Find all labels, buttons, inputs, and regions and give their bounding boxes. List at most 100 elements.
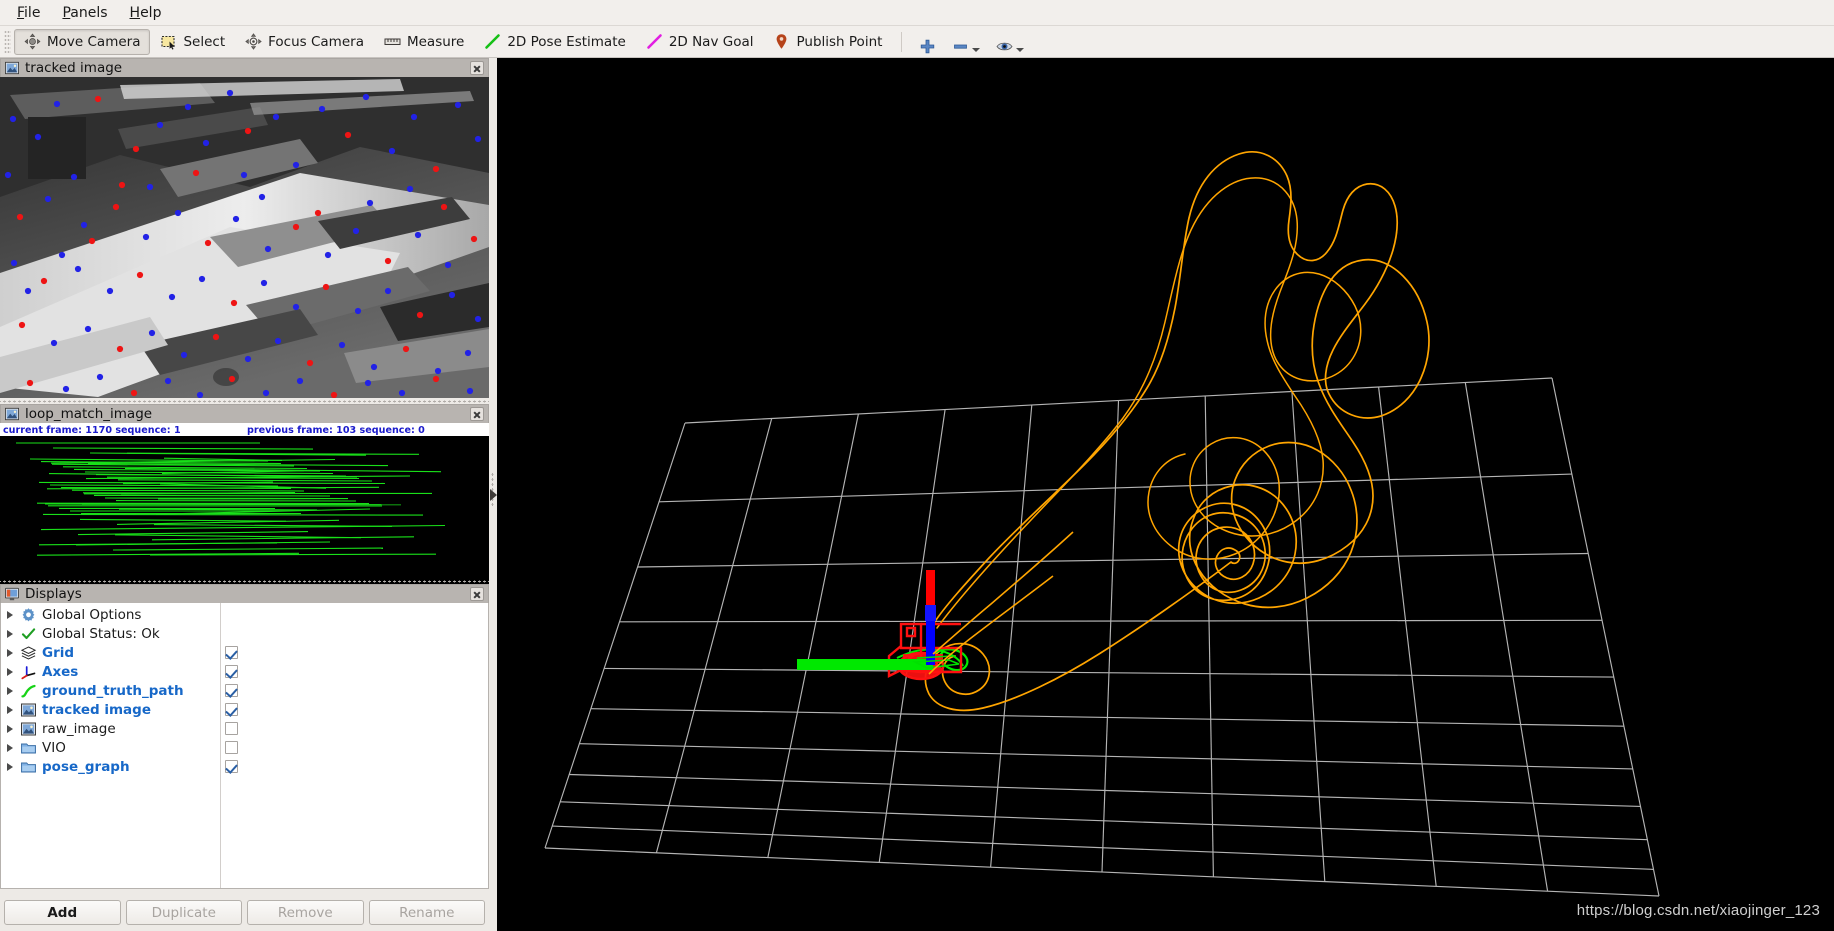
- display-tree-label: VIO: [42, 739, 66, 756]
- tool-2d-nav-goal[interactable]: 2D Nav Goal: [636, 29, 764, 55]
- chevron-down-icon[interactable]: [972, 47, 981, 52]
- display-tree-label: raw_image: [42, 720, 116, 737]
- panel-tracked-image: tracked image: [0, 58, 489, 398]
- display-tree-row[interactable]: VIO: [1, 738, 488, 757]
- loop-match-image-canvas: current frame: 1170 sequence: 1 previous…: [0, 423, 489, 584]
- axis-x-green: [797, 659, 933, 670]
- expand-arrow-icon[interactable]: [1, 762, 19, 771]
- collapse-left-icon: [489, 488, 497, 501]
- left-dock: tracked image loop_match_image current f…: [0, 58, 497, 931]
- expand-arrow-icon[interactable]: [1, 648, 19, 657]
- path-icon: [21, 684, 36, 698]
- tool-select[interactable]: Select: [150, 29, 235, 55]
- axes-icon: [21, 665, 36, 679]
- display-tree-row[interactable]: raw_image: [1, 719, 488, 738]
- expand-arrow-icon[interactable]: [1, 705, 19, 714]
- display-enable-checkbox[interactable]: [225, 760, 238, 773]
- display-tree-row[interactable]: Axes: [1, 662, 488, 681]
- panel-loop-match-title: loop_match_image: [25, 406, 153, 422]
- check-status-icon: [21, 627, 36, 639]
- measure-icon: [384, 38, 401, 45]
- expand-arrow-icon[interactable]: [1, 743, 19, 752]
- chevron-down-icon-2[interactable]: [1016, 47, 1025, 52]
- duplicate-button[interactable]: Duplicate: [125, 900, 242, 925]
- loop-match-current-frame-text: current frame: 1170 sequence: 1: [3, 425, 181, 436]
- tool-move-camera-label: Move Camera: [47, 33, 141, 50]
- menu-file-rest: ile: [24, 4, 41, 21]
- tool-focus-camera[interactable]: Focus Camera: [235, 29, 374, 55]
- expand-arrow-icon[interactable]: [1, 724, 19, 733]
- toolbar-drag-grip[interactable]: [4, 29, 11, 54]
- tool-2d-nav-goal-label: 2D Nav Goal: [668, 33, 754, 50]
- displays-panel-icon: [5, 587, 19, 601]
- expand-arrow-icon[interactable]: [1, 610, 19, 619]
- move-camera-icon: [24, 33, 41, 50]
- menu-bar: File Panels Help: [0, 0, 1834, 26]
- remove-button[interactable]: Remove: [247, 900, 364, 925]
- display-tree-label: Grid: [42, 644, 75, 661]
- display-enable-checkbox[interactable]: [225, 684, 238, 697]
- render-view-3d[interactable]: https://blog.csdn.net/xiaojinger_123: [497, 58, 1834, 931]
- tool-add-panel[interactable]: [911, 29, 944, 55]
- display-tree-row[interactable]: Global Status: Ok: [1, 624, 488, 643]
- display-enable-checkbox[interactable]: [225, 741, 238, 754]
- menu-file-mnemonic: F: [17, 4, 25, 21]
- displays-tree[interactable]: Global Options Global Status: Ok Grid Axes g…: [0, 603, 489, 889]
- tool-measure-label: Measure: [406, 33, 465, 50]
- folder-icon: [21, 743, 36, 753]
- eye-icon: [996, 42, 1013, 50]
- tool-remove-panel[interactable]: [944, 29, 988, 55]
- menu-file[interactable]: File: [6, 2, 51, 24]
- display-tree-row[interactable]: pose_graph: [1, 757, 488, 776]
- display-enable-checkbox[interactable]: [225, 722, 238, 735]
- display-tree-row[interactable]: Grid: [1, 643, 488, 662]
- display-tree-row[interactable]: ground_truth_path: [1, 681, 488, 700]
- expand-arrow-icon[interactable]: [1, 629, 19, 638]
- add-button[interactable]: Add: [4, 900, 121, 925]
- focus-camera-icon: [245, 33, 262, 50]
- display-tree-label: Global Options: [42, 606, 142, 623]
- select-icon: [161, 35, 176, 50]
- tool-2d-pose-estimate[interactable]: 2D Pose Estimate: [474, 29, 635, 55]
- panel-tracked-image-titlebar[interactable]: tracked image: [0, 58, 489, 77]
- panel-loop-match-titlebar[interactable]: loop_match_image: [0, 404, 489, 423]
- display-tree-label: ground_truth_path: [42, 682, 184, 699]
- display-tree-row[interactable]: Global Options: [1, 605, 488, 624]
- rviz-window: File Panels Help Move Camera Select Focu…: [0, 0, 1834, 931]
- panel-displays-titlebar[interactable]: Displays: [0, 584, 489, 603]
- display-tree-row[interactable]: tracked image: [1, 700, 488, 719]
- tool-visibility[interactable]: [988, 29, 1032, 55]
- render-view-canvas: [497, 58, 1834, 931]
- pose-estimate-icon: [485, 34, 501, 49]
- menu-panels[interactable]: Panels: [51, 2, 118, 24]
- display-enable-checkbox[interactable]: [225, 703, 238, 716]
- panel-loop-match-image: loop_match_image current frame: 1170 seq…: [0, 404, 489, 584]
- folder-icon: [21, 762, 36, 772]
- tool-publish-point[interactable]: Publish Point: [763, 29, 892, 55]
- panel-loop-match-close-icon[interactable]: [470, 407, 484, 421]
- display-tree-label: pose_graph: [42, 758, 130, 775]
- watermark-text: https://blog.csdn.net/xiaojinger_123: [1576, 902, 1820, 919]
- expand-arrow-icon[interactable]: [1, 667, 19, 676]
- main-toolbar: Move Camera Select Focus Camera Measure …: [0, 26, 1834, 58]
- display-enable-checkbox[interactable]: [225, 646, 238, 659]
- panel-tracked-image-close-icon[interactable]: [470, 61, 484, 75]
- toolbar-separator: [901, 31, 903, 52]
- plus-icon: [921, 39, 935, 53]
- dock-collapse-handle[interactable]: [489, 58, 497, 931]
- rename-button[interactable]: Rename: [368, 900, 485, 925]
- grid-icon: [20, 645, 37, 660]
- tool-2d-pose-estimate-label: 2D Pose Estimate: [507, 33, 626, 50]
- tool-measure[interactable]: Measure: [374, 29, 474, 55]
- gear-icon: [22, 607, 35, 621]
- expand-arrow-icon[interactable]: [1, 686, 19, 695]
- menu-help[interactable]: Help: [119, 2, 173, 24]
- panel-displays-title: Displays: [25, 586, 82, 602]
- panel-tracked-image-title: tracked image: [25, 60, 123, 76]
- tool-move-camera[interactable]: Move Camera: [14, 28, 151, 55]
- publish-point-icon: [777, 34, 787, 49]
- display-enable-checkbox[interactable]: [225, 665, 238, 678]
- display-tree-label: tracked image: [42, 701, 151, 718]
- panel-displays-close-icon[interactable]: [470, 587, 484, 601]
- tool-focus-camera-label: Focus Camera: [268, 33, 364, 50]
